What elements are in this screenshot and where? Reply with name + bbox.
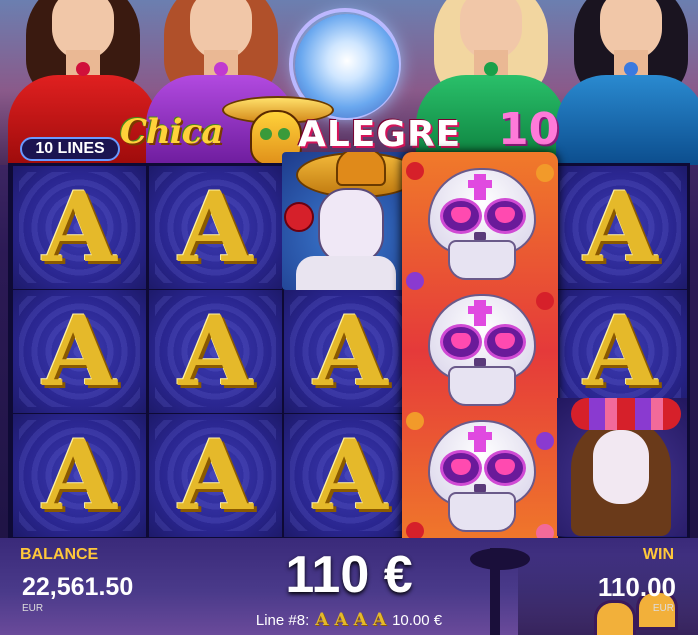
symbol-mariachi-icon — [282, 152, 410, 290]
logo-chica: Chica — [120, 112, 223, 152]
symbol-a: A — [42, 295, 117, 408]
symbol-a: A — [313, 295, 388, 408]
winning-line-info: Line #8: A A A A 10.00 € — [0, 610, 698, 630]
logo-alegre: ALEGRE — [298, 114, 462, 155]
sugar-skull-wild-icon — [422, 416, 538, 534]
reel-1: A A A — [13, 163, 146, 538]
symbol-a: A — [178, 419, 253, 532]
slot-game: Chica ALEGRE 10 10 LINES A A A A A A A A… — [0, 0, 698, 635]
symbol-catrina-icon — [557, 398, 687, 536]
line-amount: 10.00 € — [392, 611, 443, 629]
symbol-a: A — [583, 171, 658, 284]
reel-2: A A A — [149, 163, 282, 538]
symbol-a: A — [313, 419, 388, 532]
symbol-a: A — [178, 295, 253, 408]
expanded-wild-skull-column — [402, 152, 558, 550]
win-value: 110.00 — [597, 572, 676, 602]
line-number: Line #8: — [255, 611, 310, 629]
total-win-amount: 110 € — [285, 546, 413, 604]
line-symbol-a-icon: A — [353, 610, 367, 630]
line-symbol-a-icon: A — [334, 610, 348, 630]
symbol-a: A — [42, 419, 117, 532]
line-symbol-a-icon: A — [315, 610, 329, 630]
symbol-a: A — [178, 171, 253, 284]
logo-ten: 10 — [498, 104, 560, 155]
line-symbol-a-icon: A — [372, 610, 387, 630]
sugar-skull-wild-icon — [422, 290, 538, 408]
symbol-a: A — [42, 171, 117, 284]
win-label: WIN — [642, 546, 674, 563]
sugar-skull-wild-icon — [422, 164, 538, 282]
lines-indicator[interactable]: 10 LINES — [20, 137, 120, 161]
character-lady-blue — [556, 0, 698, 165]
symbol-a: A — [583, 295, 658, 408]
